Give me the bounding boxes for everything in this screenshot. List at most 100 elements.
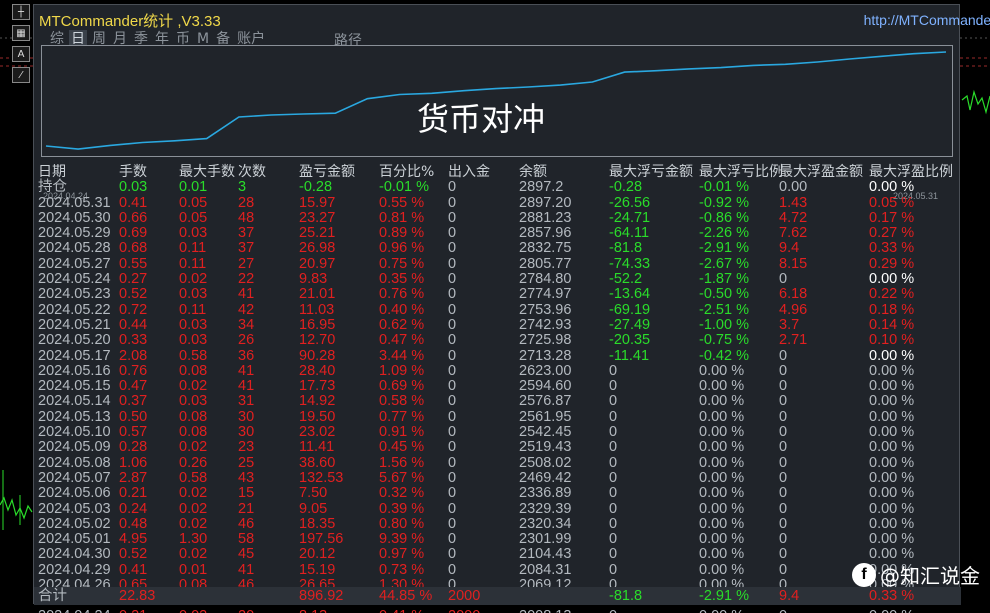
cell-balance: 2805.77 [519,255,572,272]
cell-max-lots: 0.03 [179,286,208,303]
cell-max-dd: 0 [609,485,618,502]
cell-balance: 2008.13 [519,608,571,613]
cell-flow: 0 [448,546,457,563]
cell-balance: 2713.28 [519,347,572,364]
cell-max-dd: 0 [609,561,618,578]
cell-max-fp-pct: 0.00 % [869,378,915,395]
column-header[interactable]: 最大浮亏金额 [609,164,693,180]
cell-max-fp: 7.62 [779,225,808,242]
table-row[interactable]: 2024.05.01 4.95 1.30 58 197.56 9.39 % 0 2301.99… [34,531,961,548]
cell-max-dd: 0 [609,378,618,395]
table-row[interactable]: 2024.04.24 0.21 0.02 20 8.13 0.41 % 2000 2008.1… [34,608,961,613]
cell-pnl: 20.12 [299,546,336,563]
cell-max-dd-pct: 0.00 % [699,424,745,441]
cell-balance: 2561.95 [519,408,572,425]
cell-pnl: 11.03 [299,301,335,318]
column-header[interactable]: 手数 [119,164,147,180]
cell-max-fp-pct: 0.10 % [869,332,915,349]
cell-max-dd: 0 [609,439,618,456]
cell-lots: 0.21 [119,485,148,502]
cell-balance: 2857.96 [519,225,572,242]
text-icon[interactable]: A [12,46,30,62]
table-row[interactable]: 2024.05.29 0.69 0.03 37 25.21 0.89 % 0 2857.96 -… [34,225,961,242]
cell-count: 41 [238,286,255,303]
cell-pnl: 21.01 [299,286,336,303]
table-row[interactable]: 2024.05.02 0.48 0.02 46 18.35 0.80 % 0 2320.34 0… [34,515,961,532]
cell-lots: 0.03 [119,179,148,196]
table-row[interactable]: 2024.05.06 0.21 0.02 15 7.50 0.32 % 0 2336.89 0 0… [34,485,961,502]
table-row[interactable]: 2024.05.20 0.33 0.03 26 12.70 0.47 % 0 2725.98 -… [34,332,961,349]
table-row[interactable]: 2024.05.28 0.68 0.11 37 26.98 0.96 % 0 2832.75 -… [34,240,961,257]
column-header[interactable]: 余额 [519,164,547,180]
cell-count: 21 [238,500,255,517]
cell-max-fp: 0 [779,485,788,502]
crosshair-icon[interactable]: ┼ [12,4,30,20]
cell-max-dd-pct: -2.67 % [699,255,749,272]
cell-flow: 0 [448,393,457,410]
cell-date: 2024.04.29 [38,561,111,578]
table-row[interactable]: 2024.05.08 1.06 0.26 25 38.60 1.56 % 0 2508.02 0… [34,454,961,471]
cell-date: 2024.05.06 [38,485,111,502]
table-row[interactable]: 2024.05.30 0.66 0.05 48 23.27 0.81 % 0 2881.23 -… [34,209,961,226]
column-header[interactable]: 最大浮盈金额 [779,164,863,180]
cell-lots: 4.95 [119,531,148,548]
column-header[interactable]: 最大浮盈比例 [869,164,953,180]
cell-lots: 0.48 [119,515,148,532]
cell-date: 2024.05.15 [38,378,111,395]
table-row[interactable]: 2024.05.07 2.87 0.58 43 132.53 5.67 % 0 2469.42… [34,470,961,486]
column-header[interactable]: 出入金 [448,164,490,180]
cell-flow: 0 [448,286,457,303]
cell-max-lots: 0.02 [179,271,208,288]
table-row[interactable]: 2024.05.27 0.55 0.11 27 20.97 0.75 % 0 2805.77 -… [34,255,961,272]
cell-max-fp: 0 [779,271,788,288]
table-row[interactable]: 2024.04.30 0.52 0.02 45 20.12 0.97 % 0 2104.43 0… [34,546,961,563]
cell-pct: 0.77 % [379,408,425,425]
cell-lots: 0.37 [119,393,148,410]
cell-max-fp-pct: 0.17 % [869,209,915,226]
cell-balance: 2881.23 [519,209,572,226]
cell-count: 27 [238,255,255,272]
table-row[interactable]: 2024.05.03 0.24 0.02 21 9.05 0.39 % 0 2329.39 0 0… [34,500,961,517]
table-row[interactable]: 2024.05.09 0.28 0.02 23 11.41 0.45 % 0 2519.43 0… [34,439,961,456]
cell-max-dd: -11.41 [609,347,650,364]
table-row[interactable]: 2024.05.22 0.72 0.11 42 11.03 0.40 % 0 2753.96 -… [34,301,961,318]
cell-max-dd: 0 [609,500,618,517]
cell-max-dd-pct: 0.00 % [699,561,745,578]
table-row[interactable]: 2024.05.31 0.41 0.05 28 15.97 0.55 % 0 2897.20 -… [34,195,961,211]
column-header[interactable]: 次数 [238,164,266,180]
cell-max-fp: 0 [779,454,788,471]
cell-max-dd-pct: -2.51 % [699,301,749,318]
table-row[interactable]: 2024.05.15 0.47 0.02 41 17.73 0.69 % 0 2594.60 0… [34,378,961,395]
cell-pct: 1.09 % [379,362,425,379]
cell-pct: 0.76 % [379,286,425,303]
column-header[interactable]: 百分比% [379,164,434,180]
table-row[interactable]: 2024.05.24 0.27 0.02 22 9.83 0.35 % 0 2784.80 -5… [34,271,961,288]
table-row[interactable]: 2024.05.23 0.52 0.03 41 21.01 0.76 % 0 2774.97 -… [34,286,961,303]
cell-max-fp: 0 [779,515,788,532]
column-header[interactable]: 盈亏金额 [299,164,355,180]
table-row[interactable]: 2024.05.10 0.57 0.08 30 23.02 0.91 % 0 2542.45 0… [34,424,961,441]
table-row[interactable]: 2024.05.14 0.37 0.03 31 14.92 0.58 % 0 2576.87 0… [34,393,961,410]
table-row[interactable]: 持仓 0.03 0.01 3 -0.28 -0.01 % 0 2897.2 -0.28 -0.01… [34,179,961,196]
website-link[interactable]: http://MTCommander. [864,12,990,28]
table-row[interactable]: 2024.05.13 0.50 0.08 30 19.50 0.77 % 0 2561.95 0… [34,408,961,425]
column-header[interactable]: 最大手数 [179,164,235,180]
table-row[interactable]: 2024.05.16 0.76 0.08 41 28.40 1.09 % 0 2623.00 0… [34,362,961,379]
cell-lots: 0.24 [119,500,148,517]
cell-max-dd: -81.8 [609,240,643,257]
cell-max-lots: 0.11 [179,255,207,272]
table-row[interactable]: 2024.05.21 0.44 0.03 34 16.95 0.62 % 0 2742.93 -… [34,317,961,333]
column-header[interactable]: 日期 [38,164,66,180]
cell-max-lots: 0.03 [179,225,208,242]
table-row[interactable]: 2024.05.17 2.08 0.58 36 90.28 3.44 % 0 2713.28 -… [34,347,961,364]
cell-max-fp: 0 [779,408,788,425]
cell-balance: 2508.02 [519,454,572,471]
cell-date: 持仓 [38,179,67,196]
table-row[interactable]: 2024.04.29 0.41 0.01 41 15.19 0.73 % 0 2084.31 0… [34,561,961,578]
cell-max-dd: -24.71 [609,209,651,226]
cell-flow: 0 [448,561,457,578]
cell-pnl: 14.92 [299,393,336,410]
column-header[interactable]: 最大浮亏比例 [699,164,783,180]
grid-icon[interactable]: ▦ [12,25,30,41]
trendline-icon[interactable]: ⁄ [12,67,30,83]
